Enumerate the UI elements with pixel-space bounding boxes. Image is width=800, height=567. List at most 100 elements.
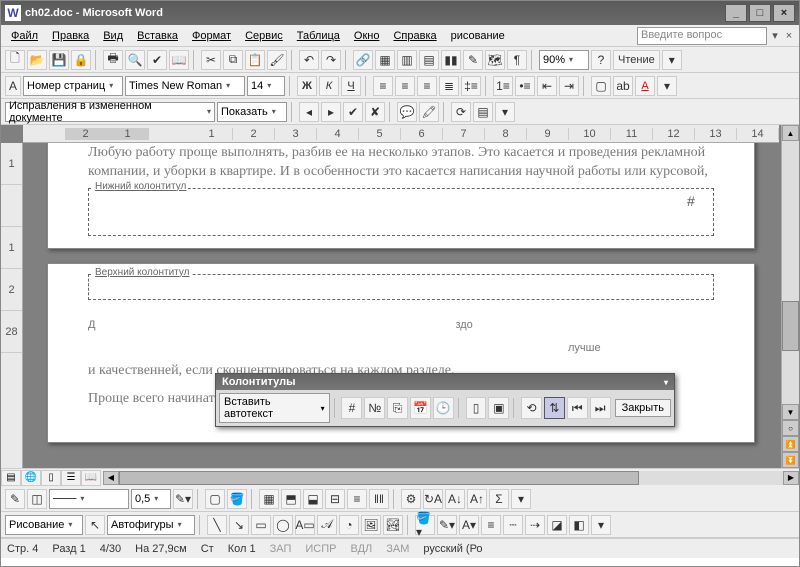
borders-button[interactable]: ▢: [591, 76, 611, 96]
permissions-button[interactable]: 🔒: [71, 50, 91, 70]
format-page-number-button[interactable]: ⎘: [387, 397, 408, 419]
line-spacing-button[interactable]: ‡≡: [461, 76, 481, 96]
menu-close-doc[interactable]: ×: [783, 30, 795, 42]
next-page-button[interactable]: ⏬: [782, 452, 799, 468]
status-language[interactable]: русский (Ро: [423, 543, 482, 555]
toolbar-options-3[interactable]: ▾: [495, 102, 515, 122]
insert-time-button[interactable]: 🕒: [433, 397, 454, 419]
align-center-button[interactable]: ≡: [395, 76, 415, 96]
format-painter-button[interactable]: 🖌: [267, 50, 287, 70]
bold-button[interactable]: Ж: [297, 76, 317, 96]
copy-button[interactable]: ⧉: [223, 50, 243, 70]
close-button[interactable]: ×: [773, 4, 795, 22]
vertical-scrollbar[interactable]: ▲ ▼ ○ ⏫ ⏬: [781, 125, 799, 468]
increase-indent-button[interactable]: ⇥: [559, 76, 579, 96]
eraser-button[interactable]: ◫: [27, 489, 47, 509]
new-comment-button[interactable]: 💬: [397, 102, 417, 122]
status-ovr[interactable]: ЗАМ: [386, 543, 409, 555]
shading-color-button[interactable]: 🪣: [227, 489, 247, 509]
arrow-style-button[interactable]: ⇢: [525, 515, 545, 535]
text-direction-button[interactable]: ↻A: [423, 489, 443, 509]
vscroll-thumb[interactable]: [782, 301, 799, 351]
spellcheck-button[interactable]: ✔: [147, 50, 167, 70]
outline-view-button[interactable]: ☰: [61, 470, 81, 486]
save-button[interactable]: 💾: [49, 50, 69, 70]
columns-button[interactable]: ▮▮: [441, 50, 461, 70]
browse-object-button[interactable]: ○: [782, 420, 799, 436]
web-layout-button[interactable]: 🌐: [21, 470, 41, 486]
excel-button[interactable]: ▤: [419, 50, 439, 70]
reading-layout-button[interactable]: 📖: [81, 470, 101, 486]
hf-toolbar-title[interactable]: Колонтитулы▾: [216, 374, 674, 390]
zoom-combo[interactable]: 90%▾: [539, 50, 589, 70]
split-cells-button[interactable]: ⬓: [303, 489, 323, 509]
wordart-button[interactable]: 𝒜: [317, 515, 337, 535]
question-dropdown[interactable]: ▾: [769, 29, 781, 42]
page-setup-button[interactable]: ▯: [466, 397, 487, 419]
toolbar-options-5[interactable]: ▾: [591, 515, 611, 535]
align-cells-button[interactable]: ⊟: [325, 489, 345, 509]
clipart-button[interactable]: 🖼: [361, 515, 381, 535]
scroll-up-button[interactable]: ▲: [782, 125, 799, 141]
hscroll-thumb[interactable]: [119, 471, 639, 485]
line-color-button[interactable]: ✎▾: [437, 515, 457, 535]
hf-close-button[interactable]: Закрыть: [615, 399, 671, 417]
maximize-button[interactable]: □: [749, 4, 771, 22]
line-style-combo[interactable]: ───▾: [49, 489, 129, 509]
redo-button[interactable]: ↷: [321, 50, 341, 70]
sort-asc-button[interactable]: A↓: [445, 489, 465, 509]
prev-change-button[interactable]: ◂: [299, 102, 319, 122]
distribute-rows-button[interactable]: ≡: [347, 489, 367, 509]
font-color-button[interactable]: A: [635, 76, 655, 96]
horizontal-scrollbar[interactable]: ◀ ▶: [103, 471, 799, 485]
highlight-button[interactable]: ab: [613, 76, 633, 96]
tables-button[interactable]: ▦: [375, 50, 395, 70]
document-viewport[interactable]: Любую работу проще выполнять, разбив ее …: [23, 143, 779, 468]
dash-style-button[interactable]: ┄: [503, 515, 523, 535]
menu-drawing[interactable]: рисование: [445, 28, 511, 44]
insert-table-button2[interactable]: ▦: [259, 489, 279, 509]
font-combo[interactable]: Times New Roman▾: [125, 76, 245, 96]
line-style-button[interactable]: ≡: [481, 515, 501, 535]
header-edit-area[interactable]: Верхний колонтитул: [88, 274, 714, 300]
vertical-ruler[interactable]: 11228: [1, 143, 23, 468]
autosum-button[interactable]: Σ: [489, 489, 509, 509]
align-right-button[interactable]: ≡: [417, 76, 437, 96]
highlighter-button[interactable]: 🖍: [419, 102, 439, 122]
reject-change-button[interactable]: ✘: [365, 102, 385, 122]
shadow-style-button[interactable]: ◪: [547, 515, 567, 535]
align-left-button[interactable]: ≡: [373, 76, 393, 96]
horizontal-ruler[interactable]: 21 1234567891011121314151617: [23, 125, 779, 143]
insert-date-button[interactable]: 📅: [410, 397, 431, 419]
hyperlink-button[interactable]: 🔗: [353, 50, 373, 70]
undo-button[interactable]: ↶: [299, 50, 319, 70]
distribute-cols-button[interactable]: ‖‖: [369, 489, 389, 509]
toolbar-options-2[interactable]: ▾: [657, 76, 677, 96]
drawing-toolbar-button[interactable]: ✎: [463, 50, 483, 70]
print-layout-button[interactable]: ▯: [41, 470, 61, 486]
styles-pane-button[interactable]: A: [5, 76, 21, 96]
switch-header-footer-button[interactable]: ⇅: [544, 397, 565, 419]
research-button[interactable]: 📖: [169, 50, 189, 70]
insert-page-number-button[interactable]: #: [341, 397, 362, 419]
show-hide-doc-button[interactable]: ▣: [488, 397, 509, 419]
insert-table-button[interactable]: ▥: [397, 50, 417, 70]
sort-desc-button[interactable]: A↑: [467, 489, 487, 509]
decrease-indent-button[interactable]: ⇤: [537, 76, 557, 96]
line-tool-button[interactable]: ╲: [207, 515, 227, 535]
print-button[interactable]: 🖶: [103, 50, 123, 70]
numbered-list-button[interactable]: 1≡: [493, 76, 513, 96]
justify-button[interactable]: ≣: [439, 76, 459, 96]
italic-button[interactable]: К: [319, 76, 339, 96]
rectangle-tool-button[interactable]: ▭: [251, 515, 271, 535]
help-button[interactable]: ?: [591, 50, 611, 70]
menu-insert[interactable]: Вставка: [131, 28, 184, 44]
menu-help[interactable]: Справка: [387, 28, 442, 44]
fontsize-combo[interactable]: 14▾: [247, 76, 285, 96]
show-combo[interactable]: Показать▾: [217, 102, 287, 122]
ask-question-box[interactable]: Введите вопрос: [637, 27, 767, 45]
drawing-menu[interactable]: Рисование▾: [5, 515, 83, 535]
textbox-tool-button[interactable]: A▭: [295, 515, 315, 535]
status-trk[interactable]: ИСПР: [305, 543, 336, 555]
normal-view-button[interactable]: ▤: [1, 470, 21, 486]
